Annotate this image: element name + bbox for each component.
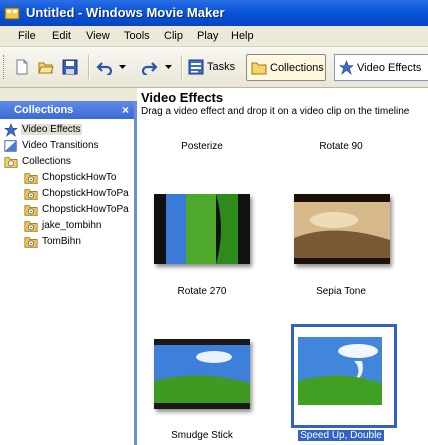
tree-item-label: ChopstickHowToPa: [42, 204, 129, 215]
film-folder-icon: [24, 172, 38, 184]
tree-item-video-effects[interactable]: Video Effects: [4, 122, 82, 137]
save-project-button[interactable]: [62, 57, 78, 77]
bliss-sepia-image: [294, 194, 390, 264]
collections-button[interactable]: Collections: [246, 54, 326, 81]
film-folder-icon: [24, 236, 38, 248]
effect-label-speed-up-double: Speed Up, Double: [286, 430, 396, 441]
close-icon[interactable]: ×: [122, 103, 129, 117]
bliss-image: [154, 339, 250, 409]
menu-tools[interactable]: Tools: [124, 30, 150, 42]
chevron-down-icon: [119, 64, 126, 69]
toolbar-separator: [88, 55, 90, 79]
toolbar: Tasks Collections Video Effects: [0, 47, 428, 88]
tree-item-label: Collections: [22, 156, 71, 167]
content-description: Drag a video effect and drop it on a vid…: [141, 106, 410, 117]
tree-item-collection-folder[interactable]: ChopstickHowTo: [24, 170, 117, 185]
tasks-label: Tasks: [207, 61, 236, 73]
effect-label-rotate-90: Rotate 90: [319, 141, 363, 152]
new-file-icon: [16, 59, 28, 75]
redo-button[interactable]: [140, 57, 158, 77]
film-folder-icon: [24, 204, 38, 216]
collections-pane-header: Collections ×: [0, 101, 134, 119]
collections-folder-icon: [251, 62, 267, 74]
effect-label-posterize: Posterize: [181, 141, 223, 152]
selected-effect-label: Speed Up, Double: [298, 430, 384, 441]
tree-item-collections[interactable]: Collections: [4, 154, 72, 169]
film-folder-icon: [24, 188, 38, 200]
effect-thumbnail-rotate-270[interactable]: [154, 194, 250, 264]
tree-item-label: jake_tombihn: [42, 220, 102, 231]
save-disk-icon: [62, 59, 78, 75]
tree-item-label: ChopstickHowToPa: [42, 188, 129, 199]
undo-button[interactable]: [96, 57, 114, 77]
tree-item-collection-folder[interactable]: ChopstickHowToPa: [24, 202, 130, 217]
collections-label: Collections: [270, 61, 324, 74]
tree-item-collection-folder[interactable]: TomBihn: [24, 234, 82, 249]
collections-pane-title: Collections: [14, 104, 74, 116]
toolbar-grip[interactable]: [3, 55, 7, 79]
chevron-down-icon: [165, 64, 172, 69]
menu-play[interactable]: Play: [197, 30, 218, 42]
collection-selector-dropdown[interactable]: Video Effects: [334, 54, 428, 81]
tree-item-label: ChopstickHowTo: [42, 172, 117, 183]
effect-thumbnail-smudge-stick[interactable]: [154, 339, 250, 409]
effects-content-pane: Video Effects Drag a video effect and dr…: [137, 88, 428, 445]
menu-clip[interactable]: Clip: [164, 30, 183, 42]
menu-edit[interactable]: Edit: [52, 30, 71, 42]
tree-item-label: Video Effects: [21, 124, 82, 135]
tree-item-collection-folder[interactable]: jake_tombihn: [24, 218, 102, 233]
redo-icon: [141, 62, 158, 75]
collection-selector-value: Video Effects: [357, 61, 422, 74]
star-icon: [339, 60, 354, 75]
effect-thumbnail-sepia-tone[interactable]: [294, 194, 390, 264]
movie-maker-app-icon: [4, 7, 20, 20]
tree-item-video-transitions[interactable]: Video Transitions: [4, 138, 100, 153]
menu-file[interactable]: File: [18, 30, 36, 42]
undo-icon: [96, 62, 113, 75]
menu-bar: File Edit View Tools Clip Play Help: [0, 26, 428, 47]
tree-item-collection-folder[interactable]: ChopstickHowToPa: [24, 186, 130, 201]
open-folder-icon: [38, 62, 54, 74]
menu-view[interactable]: View: [86, 30, 110, 42]
transition-icon: [4, 139, 17, 152]
content-title: Video Effects: [141, 90, 224, 105]
toolbar-separator: [181, 55, 183, 79]
title-bar[interactable]: Untitled - Windows Movie Maker: [0, 0, 428, 26]
new-project-button[interactable]: [14, 57, 30, 77]
collections-folder-icon: [4, 156, 18, 168]
selected-effect-frame: [291, 324, 397, 428]
tree-item-label: Video Transitions: [22, 140, 99, 151]
window-title: Untitled - Windows Movie Maker: [26, 5, 225, 20]
tasks-button[interactable]: Tasks: [188, 57, 235, 77]
redo-dropdown-button[interactable]: [165, 57, 172, 77]
collections-pane: Collections × Video Effects Video Transi…: [0, 101, 137, 445]
effect-label-sepia-tone: Sepia Tone: [316, 286, 366, 297]
film-folder-icon: [24, 220, 38, 232]
open-project-button[interactable]: [38, 57, 54, 77]
star-icon: [4, 122, 18, 137]
effect-label-smudge-stick: Smudge Stick: [171, 430, 233, 441]
menu-help[interactable]: Help: [231, 30, 254, 42]
effect-label-rotate-270: Rotate 270: [177, 286, 227, 297]
bliss-rotated-image: [154, 194, 250, 264]
tree-item-label: TomBihn: [42, 236, 81, 247]
undo-dropdown-button[interactable]: [119, 57, 126, 77]
tasks-list-icon: [188, 59, 204, 75]
